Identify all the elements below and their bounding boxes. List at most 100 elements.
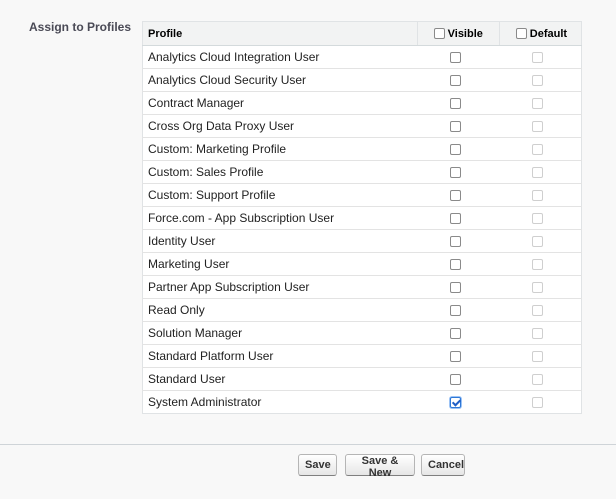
default-cell <box>499 160 582 184</box>
table-header-row: Profile Visible Default <box>142 21 582 46</box>
visible-checkbox[interactable] <box>450 305 462 317</box>
default-checkbox <box>532 374 544 386</box>
visible-cell <box>417 275 500 299</box>
profile-name: Analytics Cloud Security User <box>142 68 418 92</box>
table-row: Partner App Subscription User <box>142 275 582 299</box>
visible-checkbox[interactable] <box>450 75 462 87</box>
visible-checkbox[interactable] <box>450 121 462 133</box>
visible-checkbox[interactable] <box>450 52 462 64</box>
visible-checkbox[interactable] <box>450 259 462 271</box>
default-checkbox <box>532 351 544 363</box>
table-row: Read Only <box>142 298 582 322</box>
table-row: Marketing User <box>142 252 582 276</box>
visible-cell <box>417 229 500 253</box>
default-checkbox <box>532 167 544 179</box>
column-header-default: Default <box>498 21 582 46</box>
visible-checkbox[interactable] <box>450 374 462 386</box>
section-label: Assign to Profiles <box>29 20 132 34</box>
visible-checkbox[interactable] <box>450 190 462 202</box>
profile-name: Analytics Cloud Integration User <box>142 45 418 69</box>
visible-cell <box>417 367 500 391</box>
default-cell <box>499 91 582 115</box>
default-checkbox <box>532 121 544 133</box>
visible-cell <box>417 91 500 115</box>
default-cell <box>499 367 582 391</box>
table-row: Custom: Marketing Profile <box>142 137 582 161</box>
default-checkbox <box>532 236 544 248</box>
visible-checkbox[interactable] <box>450 282 462 294</box>
profile-name: Contract Manager <box>142 91 418 115</box>
profile-name: System Administrator <box>142 390 418 414</box>
visible-checkbox[interactable] <box>450 98 462 110</box>
visible-checkbox[interactable] <box>450 144 462 156</box>
profile-name: Read Only <box>142 298 418 322</box>
visible-checkbox[interactable] <box>450 351 462 363</box>
save-and-new-button[interactable]: Save & New <box>345 454 415 479</box>
save-button[interactable]: Save <box>298 454 337 476</box>
visible-checkbox[interactable] <box>450 397 462 409</box>
default-checkbox <box>532 328 544 340</box>
default-checkbox <box>532 282 544 294</box>
visible-cell <box>417 68 500 92</box>
profiles-table: Profile Visible Default Analytics Cloud … <box>142 21 582 414</box>
profile-name: Force.com - App Subscription User <box>142 206 418 230</box>
default-cell <box>499 137 582 161</box>
table-row: Standard User <box>142 367 582 391</box>
visible-cell <box>417 45 500 69</box>
table-row: Analytics Cloud Integration User <box>142 45 582 69</box>
cancel-button[interactable]: Cancel <box>421 454 465 476</box>
profile-name: Cross Org Data Proxy User <box>142 114 418 138</box>
select-all-default-checkbox[interactable] <box>515 28 527 40</box>
column-header-visible: Visible <box>416 21 500 46</box>
default-cell <box>499 390 582 414</box>
default-checkbox <box>532 144 544 156</box>
visible-cell <box>417 183 500 207</box>
visible-cell <box>417 114 500 138</box>
default-checkbox <box>532 52 544 64</box>
table-row: Standard Platform User <box>142 344 582 368</box>
table-row: Force.com - App Subscription User <box>142 206 582 230</box>
default-cell <box>499 114 582 138</box>
default-checkbox <box>532 190 544 202</box>
default-cell <box>499 344 582 368</box>
profile-name: Standard Platform User <box>142 344 418 368</box>
profile-name: Marketing User <box>142 252 418 276</box>
table-row: Identity User <box>142 229 582 253</box>
select-all-visible-checkbox[interactable] <box>433 28 445 40</box>
visible-checkbox[interactable] <box>450 213 462 225</box>
visible-checkbox[interactable] <box>450 328 462 340</box>
profile-name: Solution Manager <box>142 321 418 345</box>
default-cell <box>499 183 582 207</box>
visible-cell <box>417 160 500 184</box>
default-checkbox <box>532 98 544 110</box>
column-header-profile: Profile <box>142 21 418 46</box>
default-cell <box>499 229 582 253</box>
visible-cell <box>417 206 500 230</box>
profile-name: Standard User <box>142 367 418 391</box>
default-cell <box>499 252 582 276</box>
visible-checkbox[interactable] <box>450 167 462 179</box>
table-row: Custom: Sales Profile <box>142 160 582 184</box>
table-row: Cross Org Data Proxy User <box>142 114 582 138</box>
visible-checkbox[interactable] <box>450 236 462 248</box>
visible-cell <box>417 298 500 322</box>
button-bar: Save Save & New Cancel <box>0 444 616 499</box>
default-checkbox <box>532 213 544 225</box>
visible-cell <box>417 321 500 345</box>
column-header-default-label: Default <box>529 27 568 40</box>
default-cell <box>499 45 582 69</box>
column-header-visible-label: Visible <box>447 27 483 40</box>
default-cell <box>499 275 582 299</box>
default-cell <box>499 68 582 92</box>
default-cell <box>499 321 582 345</box>
table-row: Analytics Cloud Security User <box>142 68 582 92</box>
table-row: Solution Manager <box>142 321 582 345</box>
visible-cell <box>417 137 500 161</box>
default-checkbox <box>532 305 544 317</box>
default-checkbox <box>532 75 544 87</box>
profile-name: Custom: Sales Profile <box>142 160 418 184</box>
default-cell <box>499 206 582 230</box>
profile-name: Identity User <box>142 229 418 253</box>
default-checkbox <box>532 397 544 409</box>
table-row: Custom: Support Profile <box>142 183 582 207</box>
